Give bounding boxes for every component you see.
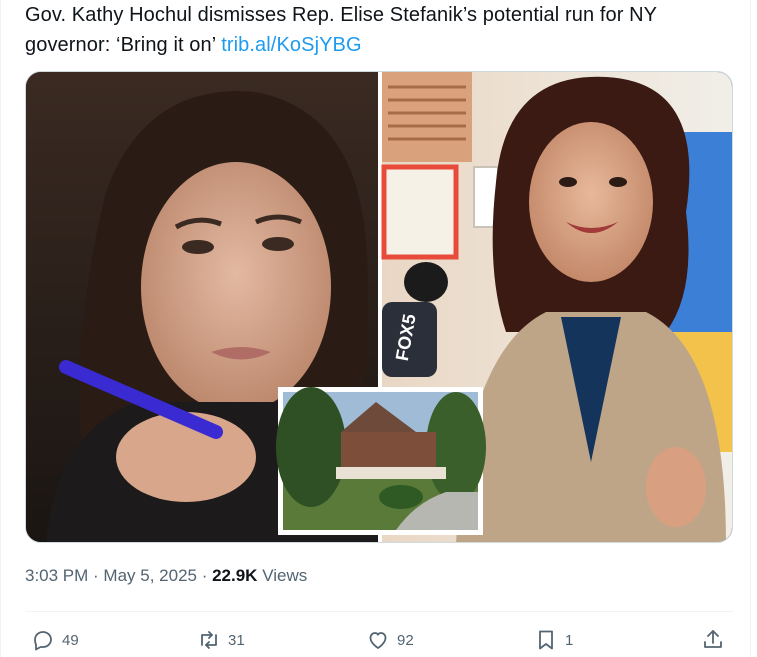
mansion-inset-photo xyxy=(276,387,486,535)
action-bar: 49 31 92 1 xyxy=(1,622,757,657)
reply-count: 49 xyxy=(62,631,79,649)
like-button[interactable]: 92 xyxy=(366,628,414,652)
share-icon xyxy=(704,630,722,648)
like-count: 92 xyxy=(397,631,414,649)
tweet-card: Gov. Kathy Hochul dismisses Rep. Elise S… xyxy=(0,0,751,657)
like-icon xyxy=(369,632,387,649)
meta-separator: · xyxy=(196,566,213,585)
tweet-date[interactable]: May 5, 2025 xyxy=(103,566,197,585)
bookmark-icon xyxy=(539,630,553,650)
tweet-meta: 3:03 PM · May 5, 2025 · 22.9K Views xyxy=(25,566,307,586)
views-label: Views xyxy=(257,566,308,585)
meta-separator: · xyxy=(88,566,104,585)
repost-icon xyxy=(201,631,217,649)
tweet-media-image[interactable]: FOX5 xyxy=(25,71,733,543)
reply-icon xyxy=(34,631,52,651)
repost-button[interactable]: 31 xyxy=(197,628,245,652)
tweet-link[interactable]: trib.al/KoSjYBG xyxy=(221,34,361,56)
bookmark-button[interactable]: 1 xyxy=(534,628,573,652)
reply-button[interactable]: 49 xyxy=(31,628,79,652)
share-button[interactable] xyxy=(701,628,725,652)
divider xyxy=(25,611,733,612)
bookmark-count: 1 xyxy=(565,631,574,649)
views-count: 22.9K xyxy=(212,566,258,585)
tweet-time[interactable]: 3:03 PM xyxy=(25,566,88,585)
tweet-text: Gov. Kathy Hochul dismisses Rep. Elise S… xyxy=(25,0,725,60)
repost-count: 31 xyxy=(228,631,245,649)
